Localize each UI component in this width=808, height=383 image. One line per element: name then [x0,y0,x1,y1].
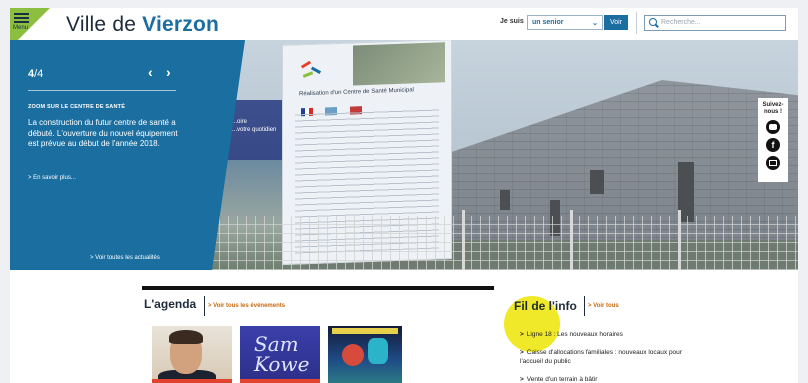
next-slide-button[interactable]: › [166,64,171,80]
poster-line: ...oire [232,119,248,125]
mail-icon[interactable] [766,156,780,170]
person-hair [169,330,203,344]
slide-text: La construction du futur centre de santé… [28,118,178,148]
building-window [590,170,604,194]
agenda-title: L'agenda [144,297,197,311]
event-thumbnail[interactable] [328,326,402,383]
all-news-feed-link[interactable]: > Voir tous [588,303,619,309]
poster-figure [342,344,364,366]
follow-label-line: nous ! [764,109,782,115]
page: Menu Ville de Vierzon Je suis un senior … [10,8,798,383]
profile-select-value: un senior [532,19,564,26]
site-title[interactable]: Ville de Vierzon [66,13,219,37]
event-poster-script: Sam Kowe [254,332,310,376]
fence-post [462,210,465,270]
news-feed-title: Fil de l'info [514,299,577,313]
news-item-text: Vente d'un terrain à bâtir [526,376,598,383]
event-thumbnail[interactable]: Sam Kowe [240,326,320,383]
slide-total: /4 [34,68,44,80]
search-icon [649,18,657,26]
panel-rule [28,90,176,91]
facebook-icon[interactable]: f [766,138,780,152]
slide-title: ZOOM SUR LE CENTRE DE SANTÉ [28,104,126,110]
chevron-right-icon: > [520,331,524,338]
hero-panel: 4/4 ‹ › ZOOM SUR LE CENTRE DE SANTÉ La c… [10,40,245,270]
chevron-down-icon: ⌄ [592,20,598,27]
hamburger-icon [14,13,29,15]
search-placeholder: Recherche... [661,19,701,26]
site-title-strong: Vierzon [142,13,220,36]
all-news-link[interactable]: > Voir toutes les actualités [90,255,160,261]
thumb-stripe [152,379,232,383]
event-thumbnail[interactable] [152,326,232,383]
menu-label: Menu [13,25,29,31]
chevron-right-icon: > [520,349,524,356]
poster-line: ...votre quotidien [232,127,277,133]
fence [210,216,798,270]
profile-select[interactable]: un senior ⌄ [527,15,603,30]
news-item-text: Caisse d'allocations familiales : nouvea… [520,349,682,365]
site-title-prefix: Ville de [66,13,137,36]
iam-label: Je suis [500,18,524,25]
hamburger-icon-bar [14,17,29,19]
follow-label: Suivez- nous ! [758,102,788,116]
search-input[interactable]: Recherche... [644,15,786,31]
follow-us-panel: Suivez- nous ! f [758,98,788,182]
section-rule [142,286,494,290]
billboard-photo [353,42,445,86]
news-feed-separator [584,296,585,316]
header-divider [636,12,637,34]
chevron-right-icon: > [520,376,524,383]
menu-button[interactable]: Menu [13,11,35,35]
go-button[interactable]: Voir [604,15,628,30]
fence-post [570,210,573,270]
building-window [500,190,510,210]
slide-counter: 4/4 [28,68,43,80]
news-item[interactable]: > Vente d'un terrain à bâtir [520,375,690,383]
hero-slider: ...oire ...votre quotidien Réalisation d… [10,40,798,270]
all-events-link[interactable]: > Voir tous les événements [208,303,285,309]
poster-text: ...oire ...votre quotidien [232,118,276,134]
news-item[interactable]: > Caisse d'allocations familiales : nouve… [520,348,690,366]
site-header: Menu Ville de Vierzon Je suis un senior … [10,8,798,48]
read-more-link[interactable]: > En savoir plus... [28,175,76,181]
follow-label-line: Suivez- [762,102,784,108]
poster-figure [368,338,388,364]
city-logo-icon [300,58,329,81]
news-item[interactable]: > Ligne 18 : Les nouveaux horaires [520,330,690,339]
hamburger-icon-bar [14,21,29,23]
agenda-separator [204,296,205,316]
youtube-icon[interactable] [766,120,780,134]
fence-post [678,210,681,270]
poster-banner [332,328,398,334]
thumb-stripe [240,379,320,383]
news-item-text: Ligne 18 : Les nouveaux horaires [526,331,623,338]
prev-slide-button[interactable]: ‹ [148,64,153,80]
billboard-title: Réalisation d'un Centre de Santé Municip… [299,87,414,98]
